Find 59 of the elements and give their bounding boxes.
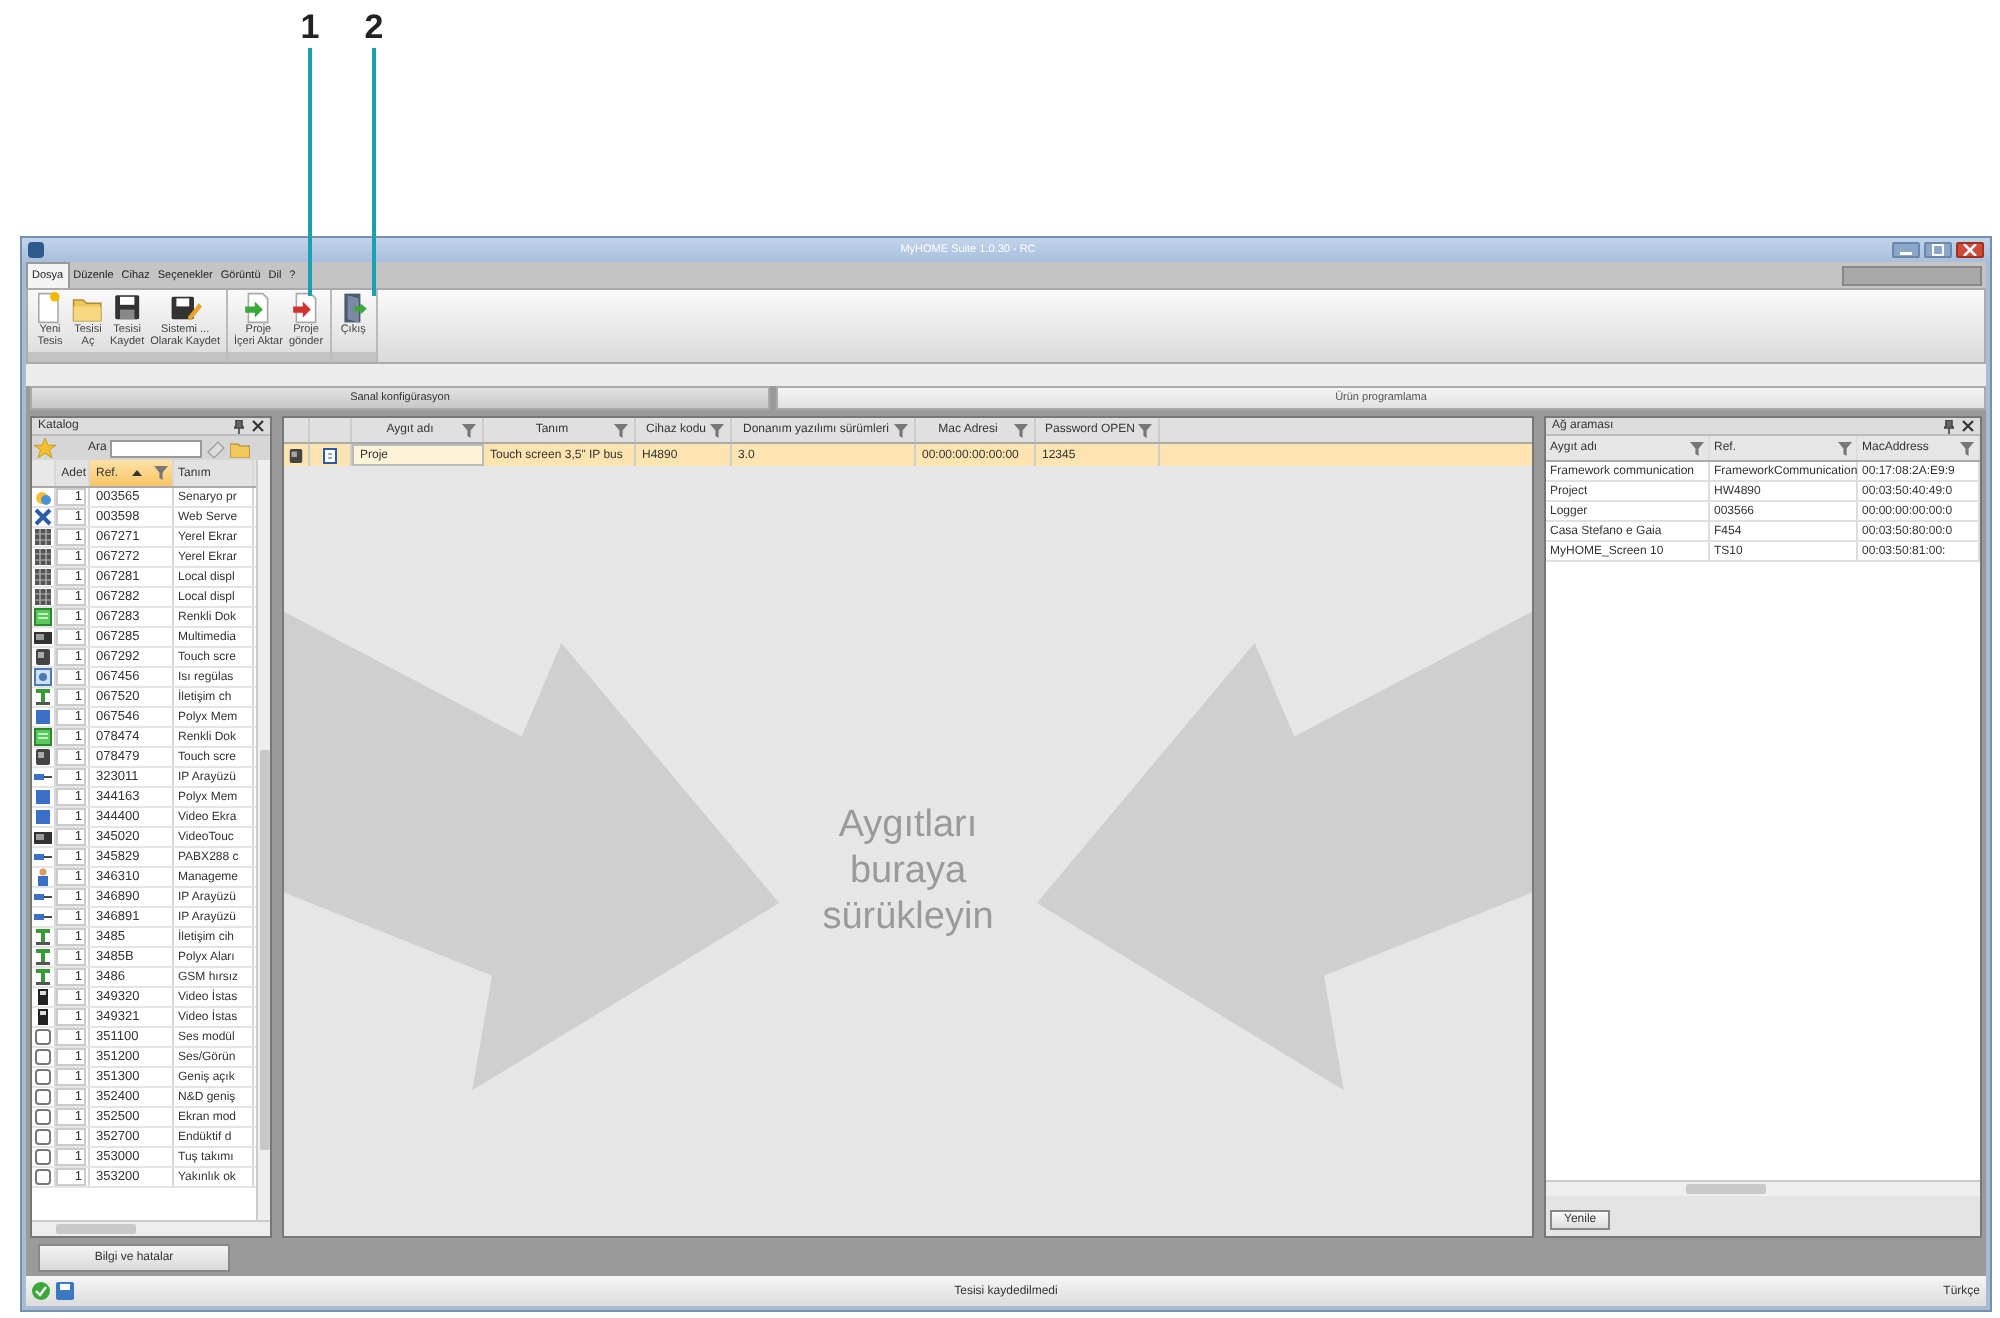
entrance-panel-icon (34, 988, 52, 1006)
pin-icon[interactable] (1944, 419, 1954, 433)
network-icon (34, 768, 52, 786)
display-icon (34, 588, 52, 606)
floppy-disk-pencil-icon (169, 292, 202, 324)
touch-screen-icon (34, 748, 52, 766)
app-icon (28, 242, 44, 258)
search-field[interactable] (110, 439, 203, 457)
intercom-icon (34, 948, 52, 966)
callout-number: 1 (300, 8, 320, 48)
thermostat-icon (34, 668, 52, 686)
close-icon (1962, 244, 1978, 256)
display-icon (34, 608, 52, 626)
close-icon[interactable] (252, 420, 264, 432)
save-icon (56, 1282, 74, 1300)
filter-icon[interactable] (1960, 441, 1974, 455)
touch-screen-icon (288, 447, 304, 463)
horizontal-scrollbar[interactable] (32, 1220, 270, 1236)
filter-icon[interactable] (710, 423, 724, 437)
pin-icon[interactable] (234, 419, 244, 433)
intercom-icon (34, 688, 52, 706)
horizontal-scrollbar[interactable] (1546, 1180, 1980, 1196)
server-icon (34, 508, 52, 526)
document-icon (322, 447, 338, 463)
callout-number: 2 (364, 8, 384, 48)
maximize-button[interactable] (1924, 242, 1952, 258)
sort-icon (131, 470, 141, 476)
check-icon (32, 1282, 50, 1300)
network-icon (34, 848, 52, 866)
entrance-panel-icon (34, 1008, 52, 1026)
screen-icon (34, 628, 52, 646)
display-icon (34, 528, 52, 546)
drop-hint: Aygıtları buraya sürükleyin (820, 802, 996, 940)
filter-icon[interactable] (1690, 441, 1704, 455)
filter-icon[interactable] (1138, 423, 1152, 437)
star-icon[interactable] (34, 438, 56, 458)
filter-icon[interactable] (462, 423, 476, 437)
intercom-icon (34, 968, 52, 986)
filter-icon[interactable] (1838, 441, 1852, 455)
close-icon[interactable] (1962, 420, 1974, 432)
display-icon (34, 568, 52, 586)
touch-screen-icon (34, 648, 52, 666)
display-icon (34, 548, 52, 566)
filter-icon[interactable] (1014, 423, 1028, 437)
vertical-scrollbar[interactable] (256, 460, 270, 1220)
minimize-button[interactable] (1892, 242, 1920, 258)
screen-icon (34, 828, 52, 846)
filter-icon[interactable] (153, 466, 168, 480)
network-icon (34, 908, 52, 926)
scenario-icon (34, 488, 52, 506)
person-icon (34, 868, 52, 886)
module-icon (34, 708, 52, 726)
filter-icon[interactable] (614, 423, 628, 437)
intercom-icon (34, 928, 52, 946)
display-icon (34, 728, 52, 746)
network-icon (34, 888, 52, 906)
close-button[interactable] (1956, 242, 1984, 258)
maximize-icon (1930, 244, 1946, 256)
filter-icon[interactable] (894, 423, 908, 437)
